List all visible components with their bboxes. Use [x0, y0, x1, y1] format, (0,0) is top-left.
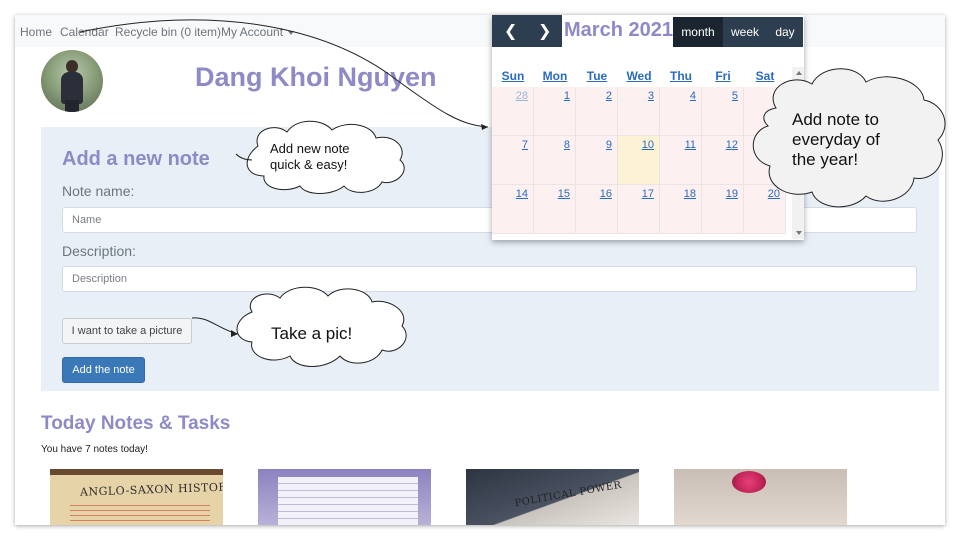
calendar-day-number[interactable]: 20	[768, 188, 780, 200]
calendar-day-cell[interactable]: 8	[534, 136, 576, 185]
calendar-day-cell[interactable]: 15	[534, 185, 576, 234]
chevron-left-icon[interactable]: ❮	[504, 21, 517, 41]
add-note-button[interactable]: Add the note	[62, 357, 145, 383]
calendar-day-number[interactable]: 19	[726, 188, 738, 200]
thumbnail-caption: POLITICAL POWER	[513, 479, 623, 510]
thumbnail-caption: ANGLO-SAXON HISTORY	[79, 480, 223, 499]
calendar-day-number[interactable]: 6	[774, 90, 780, 102]
calendar-day-number[interactable]: 13	[768, 139, 780, 151]
navbar: Home Calendar Recycle bin (0 item) My Ac…	[15, 15, 945, 47]
description-input[interactable]	[62, 266, 917, 292]
annotation-take-pic: Take a pic!	[271, 324, 353, 343]
calendar-day-cell[interactable]: 1	[534, 87, 576, 136]
weekday-header[interactable]: Fri	[702, 69, 744, 83]
calendar-day-number[interactable]: 5	[732, 90, 738, 102]
notes-count-text: You have 7 notes today!	[41, 444, 148, 455]
weekday-header[interactable]: Sun	[492, 69, 534, 83]
calendar-day-cell[interactable]: 10	[618, 136, 660, 185]
calendar-day-number[interactable]: 3	[648, 90, 654, 102]
calendar-day-cell[interactable]: 18	[660, 185, 702, 234]
calendar-day-number[interactable]: 18	[684, 188, 696, 200]
calendar-day-cell[interactable]: 5	[702, 87, 744, 136]
calendar-day-cell[interactable]: 20	[744, 185, 786, 234]
calendar-day-number[interactable]: 11	[685, 139, 696, 151]
calendar-day-cell[interactable]: 14	[492, 185, 534, 234]
calendar-day-cell[interactable]: 4	[660, 87, 702, 136]
calendar-title: March 2021	[564, 19, 673, 41]
calendar-day-cell[interactable]: 28	[492, 87, 534, 136]
calendar-day-number[interactable]: 2	[606, 90, 612, 102]
weekday-header[interactable]: Sat	[744, 69, 786, 83]
weekday-header[interactable]: Wed	[618, 69, 660, 83]
calendar-day-number[interactable]: 10	[642, 139, 654, 151]
calendar-day-cell[interactable]: 11	[660, 136, 702, 185]
note-thumbnail[interactable]: POLITICAL POWER	[466, 469, 639, 525]
calendar-day-cell[interactable]: 12	[702, 136, 744, 185]
calendar-day-cell[interactable]: 7	[492, 136, 534, 185]
page-title: Dang Khoi Nguyen	[195, 62, 437, 92]
note-thumbnail[interactable]: ANGLO-SAXON HISTORY	[50, 469, 223, 525]
account-label: My Account	[221, 25, 284, 39]
nav-recycle-bin-link[interactable]: Recycle bin (0 item)	[115, 25, 221, 39]
nav-calendar-link[interactable]: Calendar	[60, 25, 109, 39]
calendar-day-number[interactable]: 7	[522, 139, 528, 151]
calendar-popup: ❮ ❯ March 2021 month week day Sun Mon Tue W…	[492, 15, 804, 240]
note-name-label: Note name:	[62, 183, 135, 199]
weekday-header[interactable]: Tue	[576, 69, 618, 83]
calendar-day-number[interactable]: 17	[642, 188, 654, 200]
calendar-day-number[interactable]: 12	[726, 139, 738, 151]
calendar-day-cell[interactable]: 19	[702, 185, 744, 234]
calendar-day-cell[interactable]: 9	[576, 136, 618, 185]
note-thumbnail[interactable]	[258, 469, 431, 525]
calendar-day-cell[interactable]: 13	[744, 136, 786, 185]
annotation-quick-note: Add new note quick & easy!	[270, 141, 350, 172]
view-day-button[interactable]: day	[767, 17, 803, 47]
avatar	[41, 50, 103, 112]
description-label: Description:	[62, 243, 136, 259]
annotation-everyday: Add note to everyday of the year!	[792, 110, 880, 169]
weekday-header[interactable]: Thu	[660, 69, 702, 83]
calendar-day-number[interactable]: 16	[600, 188, 612, 200]
calendar-day-cell[interactable]: 6	[744, 87, 786, 136]
view-month-button[interactable]: month	[673, 17, 723, 47]
today-notes-heading: Today Notes & Tasks	[41, 413, 231, 434]
calendar-view-switcher: month week day	[673, 17, 803, 47]
calendar-day-number[interactable]: 15	[558, 188, 570, 200]
calendar-day-number[interactable]: 9	[606, 139, 612, 151]
view-week-button[interactable]: week	[723, 17, 767, 47]
caret-down-icon	[288, 30, 295, 35]
app-window: Home Calendar Recycle bin (0 item) My Ac…	[15, 15, 945, 525]
calendar-day-cell[interactable]: 3	[618, 87, 660, 136]
calendar-day-cell[interactable]: 17	[618, 185, 660, 234]
chevron-right-icon[interactable]: ❯	[538, 21, 551, 41]
calendar-day-cell[interactable]: 2	[576, 87, 618, 136]
nav-account-dropdown[interactable]: My Account	[221, 25, 295, 39]
calendar-nav: ❮ ❯	[492, 15, 562, 47]
add-note-heading: Add a new note	[62, 148, 210, 170]
weekday-header[interactable]: Mon	[534, 69, 576, 83]
calendar-day-number[interactable]: 4	[690, 90, 696, 102]
take-picture-button[interactable]: I want to take a picture	[62, 318, 192, 344]
note-thumbnail[interactable]	[674, 469, 847, 525]
calendar-day-number[interactable]: 28	[516, 90, 528, 102]
calendar-day-number[interactable]: 8	[564, 139, 570, 151]
calendar-day-number[interactable]: 1	[564, 90, 570, 102]
nav-home-link[interactable]: Home	[20, 25, 52, 39]
calendar-day-number[interactable]: 14	[516, 188, 528, 200]
calendar-day-cell[interactable]: 16	[576, 185, 618, 234]
